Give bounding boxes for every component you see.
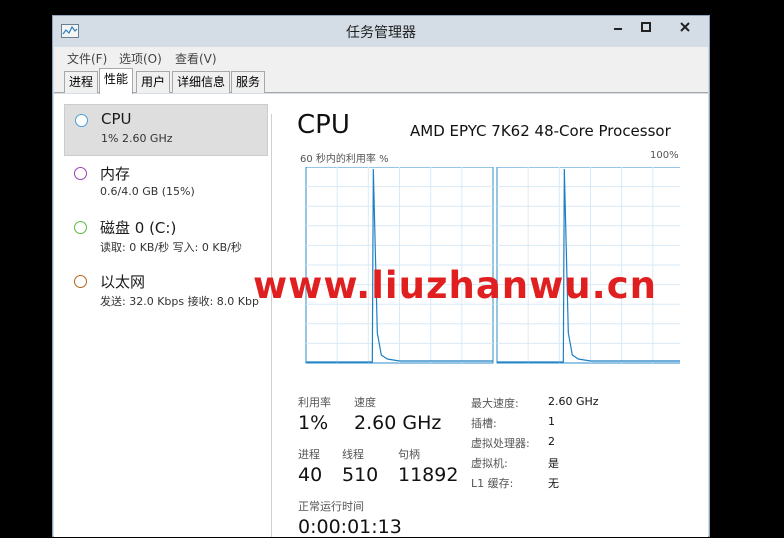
virtual-processors-value: 2 [548,435,555,448]
virtual-machine-value: 是 [548,457,559,470]
max-speed-value: 2.60 GHz [548,395,599,408]
threads-value: 510 [342,464,379,486]
sidebar-item-sub: 读取: 0 KB/秒 写入: 0 KB/秒 [100,241,242,254]
speed-value: 2.60 GHz [354,412,442,434]
handles-label: 句柄 [398,448,420,461]
cpu-model-name: AMD EPYC 7K62 48-Core Processor [410,122,671,140]
processes-value: 40 [298,464,323,486]
detail-heading: CPU [297,110,350,140]
disk-indicator-icon [74,221,87,234]
task-manager-window: 任务管理器 文件(F) 选项(O) 查看(V) 进程 性能 用户 详细信息 服务… [52,15,710,538]
max-speed-label: 最大速度: [471,397,519,410]
virtual-processors-label: 虚拟处理器: [471,437,530,450]
memory-indicator-icon [74,167,87,180]
tab-performance[interactable]: 性能 [99,68,134,94]
close-button[interactable] [661,16,709,38]
sockets-label: 插槽: [471,417,497,430]
sidebar-item-sub: 1% 2.60 GHz [101,132,173,145]
sidebar-item-cpu[interactable]: CPU 1% 2.60 GHz [64,104,268,156]
menu-file[interactable]: 文件(F) [67,50,107,67]
sockets-value: 1 [548,415,555,428]
sidebar-item-sub: 0.6/4.0 GB (15%) [100,185,195,198]
threads-label: 线程 [342,448,364,461]
performance-panel: CPU 1% 2.60 GHz 内存 0.6/4.0 GB (15%) 磁盘 0… [54,94,708,538]
close-icon [680,22,690,32]
speed-label: 速度 [354,396,376,409]
sidebar-item-label: CPU [101,110,132,128]
cpu-indicator-icon [75,114,88,127]
sidebar-item-label: 以太网 [100,273,146,291]
ethernet-indicator-icon [74,275,87,288]
minimize-button[interactable] [605,16,630,38]
tab-details[interactable]: 详细信息 [172,71,231,93]
uptime-value: 0:00:01:13 [298,516,402,538]
processes-label: 进程 [298,448,320,461]
utilization-value: 1% [298,412,329,434]
virtual-machine-label: 虚拟机: [471,457,508,470]
sidebar-item-label: 磁盘 0 (C:) [100,219,177,237]
sidebar-item-label: 内存 [100,165,131,183]
sidebar-item-ethernet[interactable]: 以太网 发送: 32.0 Kbps 接收: 8.0 Kbp [64,266,268,318]
l1-cache-value: 无 [548,477,559,490]
menu-bar: 文件(F) 选项(O) 查看(V) [54,47,708,67]
utilization-label: 利用率 [298,396,331,409]
menu-view[interactable]: 查看(V) [175,50,217,67]
title-bar[interactable]: 任务管理器 [53,16,709,46]
uptime-label: 正常运行时间 [298,500,364,513]
watermark: www.liuzhanwu.cn [253,264,657,307]
menu-options[interactable]: 选项(O) [119,50,162,67]
minimize-icon [613,28,622,30]
sidebar-item-memory[interactable]: 内存 0.6/4.0 GB (15%) [64,158,268,210]
maximize-icon [640,22,651,32]
tab-strip: 进程 性能 用户 详细信息 服务 [54,67,708,94]
sidebar-item-sub: 发送: 32.0 Kbps 接收: 8.0 Kbp [100,295,259,308]
tab-processes[interactable]: 进程 [64,71,99,93]
maximize-button[interactable] [631,16,660,38]
tab-users[interactable]: 用户 [136,71,171,93]
tab-services[interactable]: 服务 [231,71,266,93]
graph-label: 60 秒内的利用率 % [300,154,389,165]
graph-max-label: 100% [650,150,679,161]
l1-cache-label: L1 缓存: [471,477,514,490]
panel-divider[interactable] [271,114,272,537]
handles-value: 11892 [398,464,459,486]
sidebar-item-disk[interactable]: 磁盘 0 (C:) 读取: 0 KB/秒 写入: 0 KB/秒 [64,212,268,264]
